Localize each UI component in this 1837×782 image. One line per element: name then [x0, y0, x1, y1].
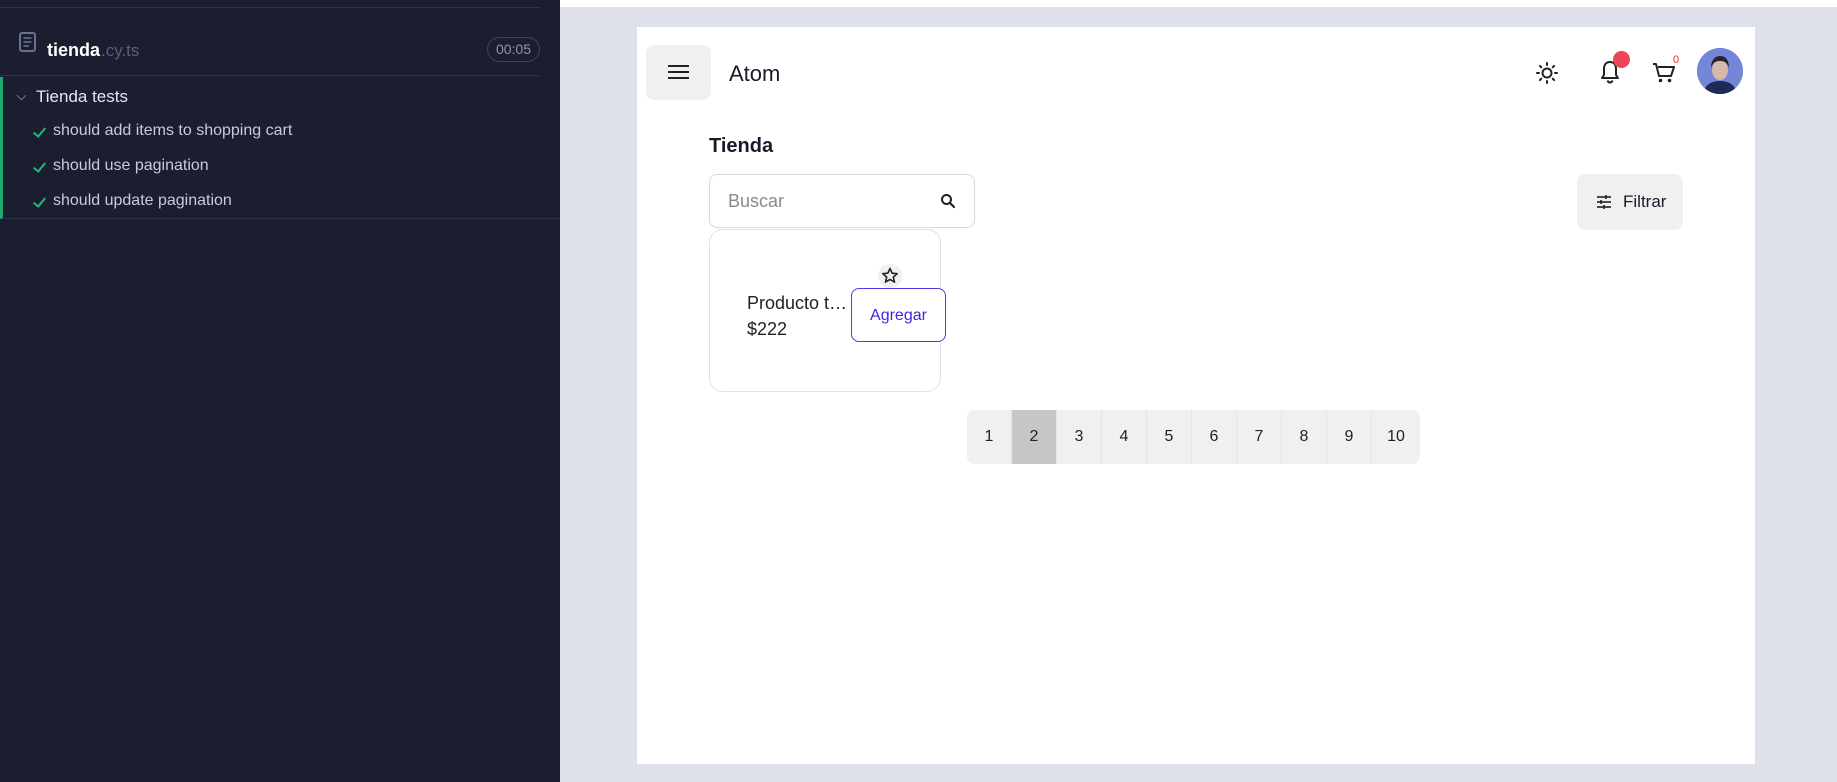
- suite-title: Tienda tests: [36, 87, 128, 106]
- check-icon: [32, 124, 47, 138]
- chevron-down-icon: [16, 90, 27, 101]
- page-button[interactable]: 5: [1147, 410, 1192, 464]
- favorite-button[interactable]: [878, 264, 902, 288]
- spec-header[interactable]: tienda .cy.ts 00:05: [0, 8, 540, 76]
- page-button[interactable]: 6: [1192, 410, 1237, 464]
- add-to-cart-button[interactable]: Agregar: [851, 288, 946, 342]
- viewport-top-strip: [560, 0, 1837, 7]
- spec-extension: .cy.ts: [101, 41, 140, 60]
- menu-icon: [668, 65, 689, 67]
- spec-duration-badge: 00:05: [487, 37, 540, 62]
- page-button[interactable]: 8: [1282, 410, 1327, 464]
- test-title: should use pagination: [53, 157, 209, 174]
- filter-label: Filtrar: [1623, 192, 1667, 211]
- user-avatar-image: [1697, 48, 1743, 94]
- test-item[interactable]: should use pagination: [3, 148, 543, 183]
- search-icon[interactable]: [940, 193, 956, 209]
- test-title: should add items to shopping cart: [53, 122, 293, 139]
- test-title: should update pagination: [53, 192, 232, 209]
- page-button[interactable]: 4: [1102, 410, 1147, 464]
- app-frame: Atom 0 Tienda Buscar Filtrar Producto te…: [637, 27, 1755, 764]
- check-icon: [32, 194, 47, 208]
- page-button[interactable]: 1: [967, 410, 1012, 464]
- page-button-current[interactable]: 2: [1012, 410, 1057, 464]
- pagination: 1 2 3 4 5 6 7 8 9 10: [967, 410, 1420, 464]
- page-title: Tienda: [709, 135, 774, 157]
- suite-header[interactable]: Tienda tests: [3, 77, 543, 113]
- test-item[interactable]: should add items to shopping cart: [3, 113, 543, 148]
- theme-sun-icon[interactable]: [1535, 61, 1559, 85]
- cart-count-badge: 0: [1673, 54, 1680, 66]
- spec-name: tienda: [47, 40, 101, 60]
- filter-button[interactable]: Filtrar: [1577, 174, 1683, 230]
- search-box: [709, 174, 975, 228]
- test-item[interactable]: should update pagination: [3, 183, 543, 218]
- avatar[interactable]: [1697, 48, 1743, 94]
- page-button[interactable]: 9: [1327, 410, 1372, 464]
- test-runner-panel: tienda .cy.ts 00:05 Tienda tests should …: [0, 0, 560, 782]
- product-name: Producto test: [747, 293, 853, 313]
- document-icon: [19, 32, 36, 52]
- check-icon: [32, 159, 47, 173]
- app-brand: Atom: [729, 61, 781, 86]
- test-suite: Tienda tests should add items to shoppin…: [0, 77, 560, 219]
- product-price: $222: [747, 319, 788, 339]
- search-input[interactable]: [728, 188, 928, 214]
- notification-dot: [1613, 51, 1630, 68]
- sliders-icon: [1597, 195, 1611, 209]
- page-button[interactable]: 7: [1237, 410, 1282, 464]
- page-button[interactable]: 10: [1372, 410, 1420, 464]
- star-icon: [882, 267, 898, 283]
- menu-button[interactable]: [646, 45, 711, 100]
- page-button[interactable]: 3: [1057, 410, 1102, 464]
